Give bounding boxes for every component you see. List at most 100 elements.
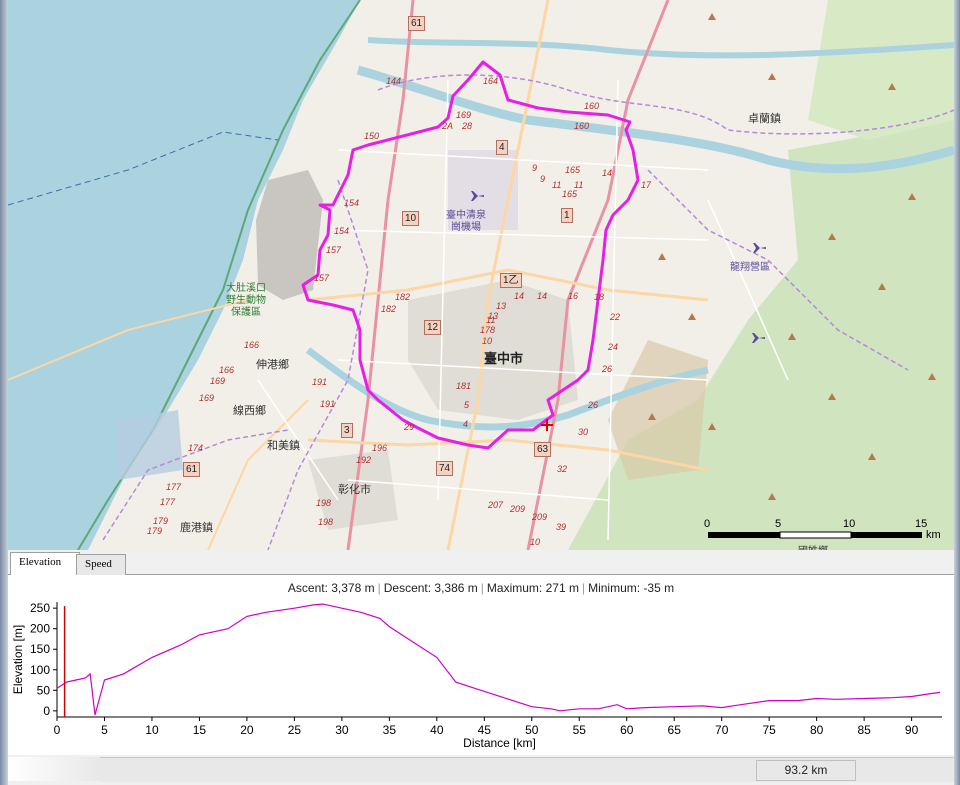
scale-label: 5 bbox=[775, 518, 782, 530]
highway-shield: 4 bbox=[496, 140, 508, 155]
route-number: 4 bbox=[463, 419, 469, 429]
highway-shield: 61 bbox=[183, 462, 201, 477]
x-tick-label: 40 bbox=[430, 723, 444, 737]
x-axis-label: Distance [km] bbox=[463, 736, 536, 750]
profile-tabs: Elevation Speed bbox=[8, 552, 954, 576]
route-number: 150 bbox=[364, 131, 380, 141]
x-tick-label: 35 bbox=[383, 723, 397, 737]
x-tick-label: 15 bbox=[193, 723, 207, 737]
harbor-area bbox=[256, 170, 323, 300]
total-distance: 93.2 km bbox=[756, 760, 856, 781]
route-number: 11 bbox=[486, 315, 496, 325]
route-number: 26 bbox=[602, 364, 613, 374]
route-number: 10 bbox=[530, 537, 541, 547]
route-number: 174 bbox=[188, 443, 204, 453]
route-number: 160 bbox=[574, 121, 590, 131]
x-tick-label: 20 bbox=[240, 723, 254, 737]
route-number: 14 bbox=[537, 291, 548, 301]
highway-shield: 74 bbox=[436, 461, 454, 476]
city-label-taichung: 臺中市 bbox=[484, 351, 524, 366]
route-number: 11 bbox=[552, 180, 562, 190]
window-left-frame bbox=[0, 0, 8, 785]
park-label-dadu: 大肚溪口 野生動物 保護區 bbox=[226, 283, 266, 318]
wetland-area bbox=[118, 410, 183, 480]
route-number: 9 bbox=[540, 174, 546, 184]
route-number: 165 bbox=[562, 189, 578, 199]
route-number: 157 bbox=[314, 273, 330, 283]
x-tick-label: 65 bbox=[668, 723, 682, 737]
tab-elevation[interactable]: Elevation bbox=[10, 552, 80, 576]
route-number: 179 bbox=[147, 526, 163, 536]
x-tick-label: 55 bbox=[573, 723, 587, 737]
route-number: 165 bbox=[565, 165, 581, 175]
route-number: 26 bbox=[588, 400, 599, 410]
route-number: 29 bbox=[404, 422, 415, 432]
y-tick-label: 100 bbox=[30, 663, 50, 677]
elevation-chart[interactable]: 0 5 10 15 20 25 30 35 40 45 50 55 60 65 70 75 80 85 90 0 50 1… bbox=[8, 575, 954, 755]
route-number: 154 bbox=[334, 226, 350, 236]
route-number: 157 bbox=[326, 245, 342, 255]
x-tick-label: 45 bbox=[478, 723, 492, 737]
route-number: 207 bbox=[488, 500, 504, 510]
scale-label: 0 bbox=[704, 518, 711, 530]
city-label-xianxi: 線西鄉 bbox=[233, 405, 266, 417]
route-number: 169 bbox=[456, 110, 472, 120]
scale-unit: km bbox=[926, 529, 941, 541]
x-tick-label: 10 bbox=[145, 723, 159, 737]
x-tick-label: 80 bbox=[810, 723, 824, 737]
x-tick-label: 85 bbox=[857, 723, 871, 737]
route-number: 182 bbox=[395, 292, 411, 302]
y-tick-label: 250 bbox=[30, 601, 50, 615]
map-view[interactable]: 臺中市 彰化市 伸港鄉 線西鄉 和美鎮 鹿港鎮 卓蘭鎮 國姓鄉 臺中清泉 崗機場… bbox=[8, 0, 954, 550]
route-number: 192 bbox=[356, 455, 372, 465]
route-number: 166 bbox=[219, 365, 235, 375]
route-number: 177 bbox=[160, 497, 176, 507]
x-tick-label: 50 bbox=[525, 723, 539, 737]
status-bar: 93.2 km bbox=[100, 757, 954, 782]
route-number: 198 bbox=[318, 517, 334, 527]
x-tick-label: 5 bbox=[101, 723, 108, 737]
x-tick-label: 0 bbox=[54, 723, 61, 737]
route-number: 191 bbox=[320, 399, 336, 409]
status-bar-left bbox=[8, 757, 100, 781]
route-number: 30 bbox=[578, 427, 589, 437]
route-number: 10 bbox=[482, 336, 493, 346]
highway-shield: 10 bbox=[402, 211, 420, 226]
elevation-profile-panel: Ascent: 3,378 m | Descent: 3,386 m | Maximum… bbox=[8, 575, 954, 755]
city-label-guoxing: 國姓鄉 bbox=[798, 542, 828, 550]
map-scale-bar bbox=[708, 531, 922, 539]
route-number: 22 bbox=[610, 312, 621, 322]
forest-area-north bbox=[808, 0, 954, 140]
tab-speed[interactable]: Speed bbox=[76, 554, 126, 575]
maximum-stat: Maximum: 271 m bbox=[486, 581, 579, 595]
route-number: 198 bbox=[316, 498, 332, 508]
highway-shield: 1乙 bbox=[500, 273, 522, 288]
y-tick-label: 150 bbox=[30, 642, 50, 656]
y-tick-label: 200 bbox=[30, 622, 50, 636]
route-number: 178 bbox=[480, 325, 496, 335]
scale-label: 10 bbox=[843, 518, 856, 530]
route-number: 177 bbox=[166, 482, 182, 492]
x-tick-label: 90 bbox=[905, 723, 919, 737]
route-number: 169 bbox=[199, 393, 215, 403]
route-number: 9 bbox=[532, 163, 538, 173]
route-number: 164 bbox=[483, 76, 499, 86]
airport-label-qingquangang: 臺中清泉 崗機場 bbox=[446, 210, 486, 233]
route-number: 28 bbox=[462, 121, 473, 131]
route-number: 2A bbox=[442, 121, 454, 131]
route-number: 16 bbox=[568, 291, 579, 301]
route-number: 179 bbox=[153, 516, 169, 526]
highway-shield: 12 bbox=[424, 320, 442, 335]
window-right-frame bbox=[954, 0, 960, 785]
route-number: 209 bbox=[532, 512, 548, 522]
city-label-hemei: 和美鎮 bbox=[267, 440, 300, 452]
route-number: 17 bbox=[641, 180, 652, 190]
route-number: 154 bbox=[344, 198, 360, 208]
route-number: 169 bbox=[210, 376, 226, 386]
city-label-changhua: 彰化市 bbox=[338, 484, 371, 496]
map-canvas[interactable] bbox=[8, 0, 954, 550]
x-tick-label: 30 bbox=[335, 723, 349, 737]
highway-shield: 1 bbox=[561, 208, 573, 223]
route-number: 18 bbox=[594, 292, 605, 302]
route-number: 144 bbox=[386, 76, 402, 86]
